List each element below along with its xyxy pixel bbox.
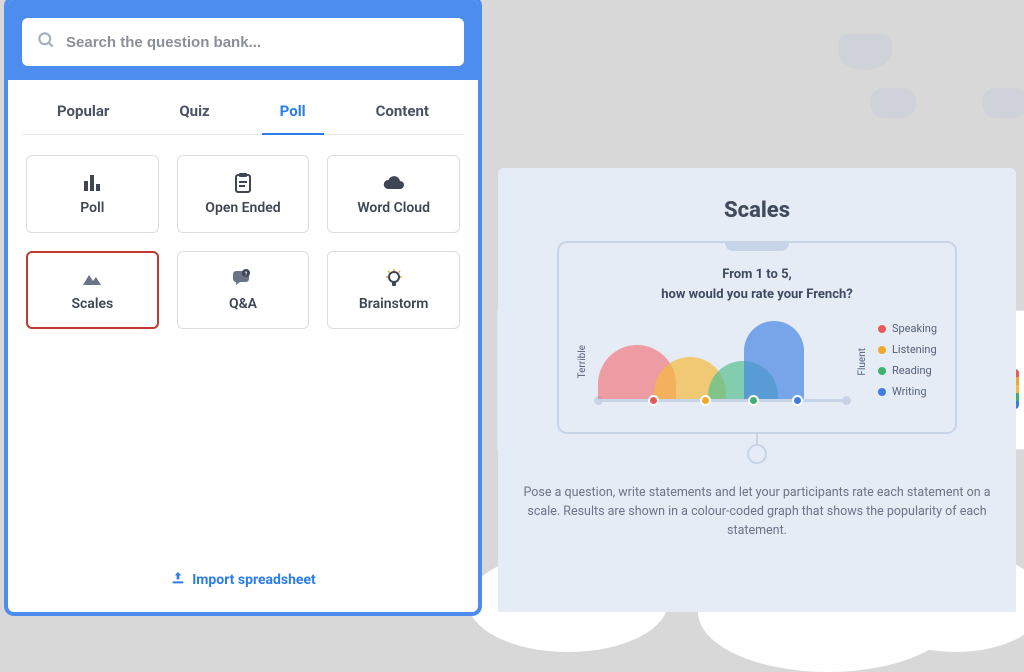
card-label: Open Ended xyxy=(205,200,280,216)
series-dot-writing xyxy=(792,395,803,406)
preview-title: Scales xyxy=(724,198,790,223)
chat-question-icon: ? xyxy=(231,268,255,290)
series-dot-listening xyxy=(700,395,711,406)
card-label: Q&A xyxy=(229,296,257,312)
card-poll[interactable]: Poll xyxy=(26,155,159,233)
cloud-icon xyxy=(382,172,406,194)
axis-label-low: Terrible xyxy=(577,345,588,378)
legend-item-reading: Reading xyxy=(878,364,937,377)
card-scales[interactable]: Scales xyxy=(26,251,159,329)
tab-content[interactable]: Content xyxy=(366,80,439,134)
card-label: Word Cloud xyxy=(357,200,430,216)
frame-stand xyxy=(756,432,758,454)
question-line-2: how would you rate your French? xyxy=(661,285,853,305)
legend-swatch xyxy=(878,325,886,333)
clipboard-icon xyxy=(231,172,255,194)
search-bar-container xyxy=(8,0,478,80)
preview-description: Pose a question, write statements and le… xyxy=(522,484,992,540)
frame-notch xyxy=(725,241,789,251)
search-box[interactable] xyxy=(22,18,464,66)
preview-screen-frame: From 1 to 5, how would you rate your Fre… xyxy=(557,241,957,434)
background-decor xyxy=(490,0,1024,160)
legend-swatch xyxy=(878,346,886,354)
legend-item-speaking: Speaking xyxy=(878,322,937,335)
question-line-1: From 1 to 5, xyxy=(661,265,853,285)
card-label: Poll xyxy=(80,200,104,216)
card-open-ended[interactable]: Open Ended xyxy=(177,155,310,233)
legend-swatch xyxy=(878,388,886,396)
category-tabs: Popular Quiz Poll Content xyxy=(22,80,464,135)
bar-chart-icon xyxy=(80,172,104,194)
scales-chart: Terrible Fluent Speaking Listening Readi… xyxy=(577,322,937,402)
lightbulb-icon xyxy=(382,268,406,290)
tab-poll[interactable]: Poll xyxy=(270,80,316,134)
chart-legend: Speaking Listening Reading Writing xyxy=(878,322,937,402)
card-brainstorm[interactable]: Brainstorm xyxy=(327,251,460,329)
series-hump-writing xyxy=(744,321,804,399)
card-word-cloud[interactable]: Word Cloud xyxy=(327,155,460,233)
search-input[interactable] xyxy=(66,34,450,51)
series-dot-speaking xyxy=(648,395,659,406)
card-label: Brainstorm xyxy=(359,296,429,312)
upload-icon xyxy=(170,570,186,590)
card-qa[interactable]: ? Q&A xyxy=(177,251,310,329)
chart-area xyxy=(598,322,847,402)
tab-quiz[interactable]: Quiz xyxy=(169,80,219,134)
search-icon xyxy=(36,30,56,54)
mountain-icon xyxy=(80,268,104,290)
question-type-grid: Poll Open Ended Word Cloud Scales ? Q&A xyxy=(8,135,478,349)
preview-question: From 1 to 5, how would you rate your Fre… xyxy=(661,265,853,304)
question-type-panel: Popular Quiz Poll Content Poll Open Ende… xyxy=(8,0,478,612)
legend-label: Listening xyxy=(892,343,937,356)
card-label: Scales xyxy=(71,296,113,312)
import-spreadsheet-link[interactable]: Import spreadsheet xyxy=(8,550,478,612)
preview-panel: Scales From 1 to 5, how would you rate y… xyxy=(498,168,1016,612)
legend-swatch xyxy=(878,367,886,375)
import-link-label: Import spreadsheet xyxy=(192,572,316,588)
legend-item-listening: Listening xyxy=(878,343,937,356)
legend-label: Speaking xyxy=(892,322,937,335)
legend-item-writing: Writing xyxy=(878,385,937,398)
tab-popular[interactable]: Popular xyxy=(47,80,119,134)
legend-label: Writing xyxy=(892,385,927,398)
series-dot-reading xyxy=(748,395,759,406)
legend-label: Reading xyxy=(892,364,932,377)
axis-label-high: Fluent xyxy=(857,348,868,376)
